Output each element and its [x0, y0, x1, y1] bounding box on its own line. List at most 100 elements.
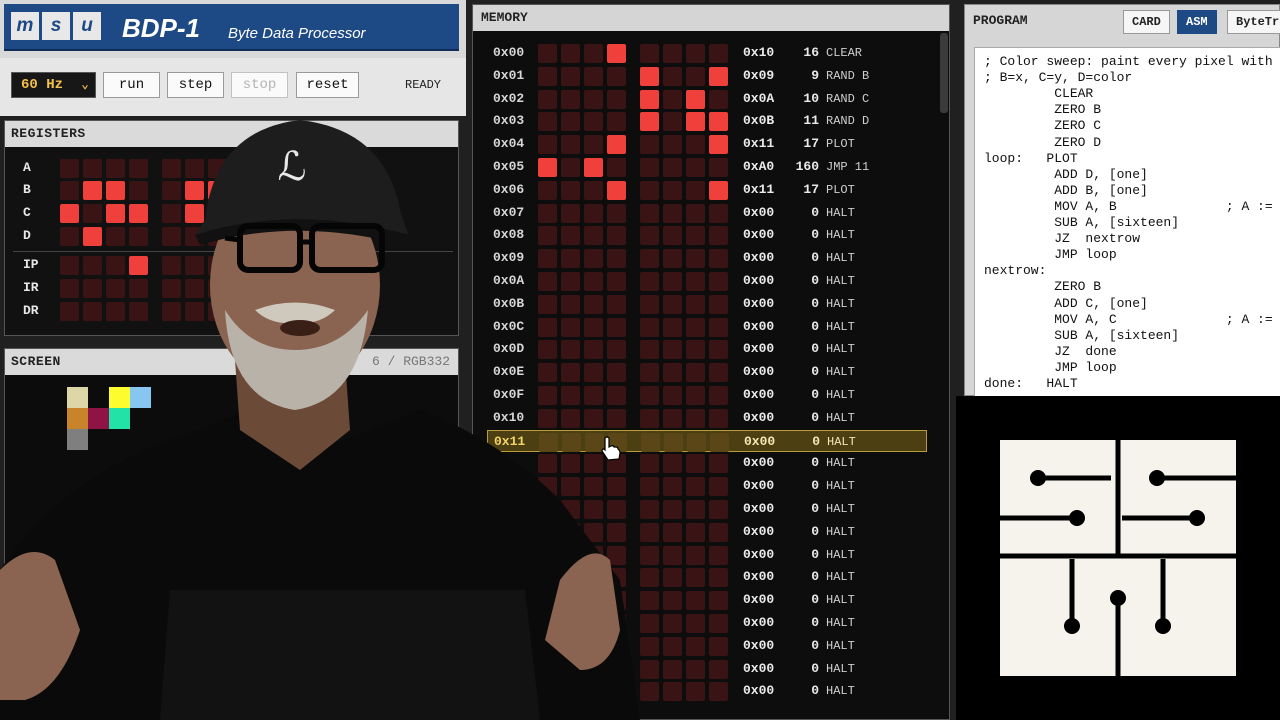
tab-bytetr[interactable]: ByteTr — [1227, 10, 1280, 34]
memory-row[interactable]: 0x08 0x00 0 HALT — [473, 224, 943, 246]
register-bit[interactable] — [185, 256, 204, 275]
memory-bit[interactable] — [607, 294, 626, 314]
memory-bit[interactable] — [561, 500, 580, 519]
memory-bit[interactable] — [584, 477, 603, 497]
memory-bit[interactable] — [709, 408, 728, 428]
memory-bit[interactable] — [686, 44, 705, 63]
memory-bit[interactable] — [607, 66, 626, 86]
memory-bit[interactable] — [686, 363, 705, 383]
register-bit[interactable] — [231, 204, 250, 223]
memory-bit[interactable] — [640, 522, 659, 542]
register-bit[interactable] — [208, 159, 227, 178]
register-bit[interactable] — [83, 159, 102, 178]
memory-bit[interactable] — [686, 135, 705, 155]
register-bit[interactable] — [162, 159, 181, 178]
memory-bit[interactable] — [607, 614, 626, 633]
memory-bit[interactable] — [584, 158, 603, 177]
register-bit[interactable] — [129, 302, 148, 321]
memory-bit[interactable] — [607, 500, 626, 519]
memory-row[interactable]: 0x00 0 HALT — [473, 475, 943, 497]
register-bit[interactable] — [106, 256, 125, 275]
memory-bit[interactable] — [663, 568, 682, 588]
memory-bit[interactable] — [640, 545, 659, 565]
memory-bit[interactable] — [640, 44, 659, 63]
memory-bit[interactable] — [640, 500, 659, 519]
memory-bit[interactable] — [561, 249, 580, 269]
register-bit[interactable] — [208, 302, 227, 321]
memory-bit[interactable] — [686, 500, 705, 519]
reset-button[interactable]: reset — [296, 72, 359, 98]
memory-bit[interactable] — [584, 363, 603, 383]
memory-row[interactable]: 0x0E 0x00 0 HALT — [473, 361, 943, 383]
memory-bit[interactable] — [538, 226, 557, 246]
clock-speed-select[interactable]: 60 Hz ⌄ — [11, 72, 96, 98]
memory-bit[interactable] — [640, 89, 659, 109]
register-bit[interactable] — [185, 181, 204, 200]
memory-bit[interactable] — [640, 636, 659, 656]
memory-bit[interactable] — [538, 545, 557, 565]
memory-bit[interactable] — [607, 272, 626, 291]
register-bit[interactable] — [83, 227, 102, 246]
memory-bit[interactable] — [663, 180, 682, 200]
memory-bit[interactable] — [686, 408, 705, 428]
memory-bit[interactable] — [640, 249, 659, 269]
memory-bit[interactable] — [663, 89, 682, 109]
register-bit[interactable] — [208, 279, 227, 298]
memory-bit[interactable] — [709, 294, 728, 314]
memory-bit[interactable] — [584, 636, 603, 656]
memory-row[interactable]: 0x04 0x11 17 PLOT — [473, 133, 943, 155]
memory-bit[interactable] — [663, 682, 682, 702]
memory-row[interactable]: 0x03 0x0B 11 RAND D — [473, 110, 943, 132]
register-bit[interactable] — [185, 159, 204, 178]
stop-button[interactable]: stop — [231, 72, 288, 98]
memory-bit[interactable] — [538, 340, 557, 360]
memory-bit[interactable] — [709, 340, 728, 360]
tab-asm[interactable]: ASM — [1177, 10, 1217, 34]
register-bit[interactable] — [83, 279, 102, 298]
memory-bit[interactable] — [538, 591, 557, 611]
memory-bit[interactable] — [709, 112, 728, 132]
memory-bit[interactable] — [663, 203, 682, 223]
register-bit[interactable] — [60, 181, 79, 200]
memory-bit[interactable] — [561, 659, 580, 679]
memory-bit[interactable] — [538, 614, 557, 633]
memory-bit[interactable] — [663, 226, 682, 246]
memory-bit[interactable] — [607, 180, 626, 200]
memory-bit[interactable] — [663, 44, 682, 63]
memory-bit[interactable] — [686, 636, 705, 656]
memory-bit[interactable] — [663, 112, 682, 132]
memory-bit[interactable] — [686, 158, 705, 177]
memory-bit[interactable] — [561, 203, 580, 223]
memory-bit[interactable] — [561, 408, 580, 428]
memory-bit[interactable] — [663, 545, 682, 565]
register-bit[interactable] — [208, 181, 227, 200]
memory-bit[interactable] — [709, 363, 728, 383]
memory-bit[interactable] — [640, 317, 659, 337]
memory-bit[interactable] — [709, 226, 728, 246]
memory-bit[interactable] — [561, 340, 580, 360]
memory-bit[interactable] — [538, 66, 557, 86]
memory-bit[interactable] — [561, 614, 580, 633]
memory-bit[interactable] — [561, 112, 580, 132]
memory-row[interactable]: 0x00 0 HALT — [473, 680, 943, 702]
register-bit[interactable] — [106, 279, 125, 298]
memory-bit[interactable] — [686, 340, 705, 360]
register-bit[interactable] — [162, 181, 181, 200]
memory-bit[interactable] — [709, 500, 728, 519]
memory-bit[interactable] — [584, 522, 603, 542]
register-bit[interactable] — [60, 302, 79, 321]
register-bit[interactable] — [83, 204, 102, 223]
memory-bit[interactable] — [607, 682, 626, 702]
memory-bit[interactable] — [538, 249, 557, 269]
memory-bit[interactable] — [686, 180, 705, 200]
memory-bit[interactable] — [584, 568, 603, 588]
memory-bit[interactable] — [709, 545, 728, 565]
memory-bit[interactable] — [686, 294, 705, 314]
memory-bit[interactable] — [561, 272, 580, 291]
memory-bit[interactable] — [538, 454, 557, 474]
memory-bit[interactable] — [561, 44, 580, 63]
memory-bit[interactable] — [663, 340, 682, 360]
register-bit[interactable] — [185, 302, 204, 321]
register-bit[interactable] — [129, 204, 148, 223]
memory-bit[interactable] — [607, 568, 626, 588]
